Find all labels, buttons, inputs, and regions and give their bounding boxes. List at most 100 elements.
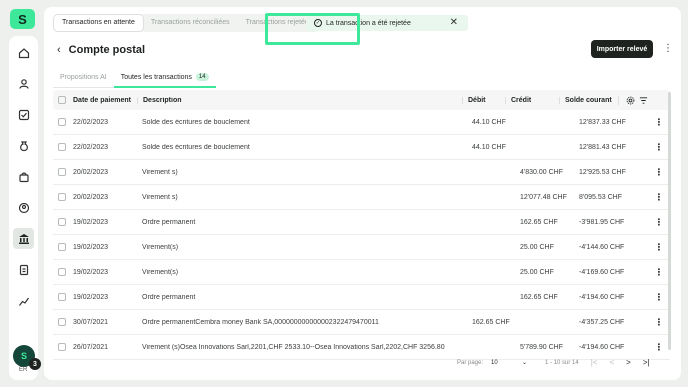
row-menu-icon[interactable]: ⋮: [655, 217, 664, 228]
filter-icon[interactable]: [639, 96, 648, 105]
table-row[interactable]: 19/02/2023 Virement(s) 25.00 CHF -4'169.60 …: [53, 260, 670, 285]
sidebar-panel: S 3: [9, 36, 41, 380]
cell-date: 19/02/2023: [73, 218, 109, 226]
table-row[interactable]: 22/02/2023 Solde des écritures de bouclem…: [53, 135, 670, 160]
row-checkbox[interactable]: [58, 218, 66, 226]
table-body: 22/02/2023 Solde des écritures de bouclem…: [53, 110, 670, 360]
cell-credit: 5'789.90 CHF: [520, 343, 563, 351]
row-checkbox[interactable]: [58, 168, 66, 176]
row-checkbox[interactable]: [58, 293, 66, 301]
more-options-icon[interactable]: ⋮: [663, 43, 673, 54]
count-badge: 14: [195, 73, 209, 81]
tab-reconciled[interactable]: Transactions réconciliées: [143, 15, 238, 31]
shopping-bag-icon[interactable]: [13, 166, 34, 187]
cell-balance: 12'925.53 CHF: [579, 168, 626, 176]
table-row[interactable]: 20/02/2023 Virement s) 4'830.00 CHF 12'925.…: [53, 160, 670, 185]
gear-icon[interactable]: [626, 96, 635, 105]
subtab-label: Propositions AI: [60, 74, 107, 81]
next-page-icon[interactable]: >: [626, 358, 631, 367]
chart-icon[interactable]: [13, 290, 34, 311]
cell-description: Virement s): [142, 168, 178, 176]
column-header[interactable]: Débit: [462, 96, 510, 104]
cell-debit: 162.65 CHF: [472, 318, 510, 326]
table-row[interactable]: 30/07/2021 Ordre permanentCembra money Ba…: [53, 310, 670, 335]
row-menu-icon[interactable]: ⋮: [655, 167, 664, 178]
row-menu-icon[interactable]: ⋮: [655, 342, 664, 353]
table-row[interactable]: 19/02/2023 Ordre permanent 162.65 CHF -4'19…: [53, 285, 670, 310]
cell-description: Solde des écritures de bouclement: [142, 143, 250, 151]
row-menu-icon[interactable]: ⋮: [655, 317, 664, 328]
import-statement-button[interactable]: Importer relevé: [591, 40, 653, 58]
cell-balance: -4'194.60 CHF: [579, 293, 625, 301]
notification-badge: 3: [29, 358, 41, 370]
back-icon[interactable]: ‹: [57, 44, 61, 56]
table-row[interactable]: 19/02/2023 Ordre permanent 162.65 CHF -3'98…: [53, 210, 670, 235]
page-range: 1 - 10 sur 14: [545, 359, 579, 366]
select-all-checkbox[interactable]: [58, 96, 66, 104]
cell-balance: -4'357.25 CHF: [579, 318, 625, 326]
first-page-icon[interactable]: |<: [591, 358, 598, 367]
subtab-all-transactions[interactable]: Toutes les transactions 14: [113, 69, 216, 88]
row-checkbox[interactable]: [58, 243, 66, 251]
cell-debit: 44.10 CHF: [472, 118, 506, 126]
per-page-label: Par page:: [457, 359, 484, 366]
table-row[interactable]: 20/02/2023 Virement s) 12'077.48 CHF 8'095.…: [53, 185, 670, 210]
prev-page-icon[interactable]: <: [609, 358, 614, 367]
cell-credit: 162.65 CHF: [520, 293, 558, 301]
cell-date: 19/02/2023: [73, 293, 109, 301]
row-menu-icon[interactable]: ⋮: [655, 142, 664, 153]
table-row[interactable]: 26/07/2021 Virement (s)Osea Innovations S…: [53, 335, 670, 360]
cell-credit: 25.00 CHF: [520, 268, 554, 276]
cell-credit: 25.00 CHF: [520, 243, 554, 251]
cell-balance: -4'169.60 CHF: [579, 268, 625, 276]
cell-date: 19/02/2023: [73, 268, 109, 276]
row-checkbox[interactable]: [58, 143, 66, 151]
cell-credit: 12'077.48 CHF: [520, 193, 567, 201]
cell-date: 20/02/2023: [73, 193, 109, 201]
cell-credit: 4'830.00 CHF: [520, 168, 563, 176]
row-checkbox[interactable]: [58, 268, 66, 276]
row-checkbox[interactable]: [58, 343, 66, 351]
table-row[interactable]: 19/02/2023 Virement(s) 25.00 CHF -4'144.60 …: [53, 235, 670, 260]
contacts-icon[interactable]: [13, 73, 34, 94]
chevron-down-icon: ⌄: [522, 360, 528, 366]
cell-description: Ordre permanentCembra money Bank SA,0000…: [142, 318, 379, 326]
column-header[interactable]: Description: [137, 96, 467, 104]
row-checkbox[interactable]: [58, 193, 66, 201]
bank-icon[interactable]: [13, 228, 34, 249]
per-page-select[interactable]: 10 ⌄: [491, 359, 528, 367]
scrollbar[interactable]: [668, 92, 671, 350]
row-menu-icon[interactable]: ⋮: [655, 192, 664, 203]
user-circle-icon[interactable]: [13, 197, 34, 218]
cell-date: 30/07/2021: [73, 318, 109, 326]
highlight-box: [265, 13, 360, 45]
row-menu-icon[interactable]: ⋮: [655, 292, 664, 303]
home-icon[interactable]: [13, 42, 34, 63]
row-menu-icon[interactable]: ⋮: [655, 117, 664, 128]
close-icon[interactable]: ✕: [450, 17, 458, 28]
per-page-value: 10: [491, 359, 498, 366]
tab-pending[interactable]: Transactions en attente: [54, 15, 143, 31]
subtab-ai-proposals[interactable]: Propositions AI: [53, 69, 114, 88]
cell-description: Solde des écritures de bouclement: [142, 118, 250, 126]
cell-balance: 12'881.43 CHF: [579, 143, 626, 151]
row-checkbox[interactable]: [58, 318, 66, 326]
page-title: Compte postal: [68, 44, 146, 56]
row-menu-icon[interactable]: ⋮: [655, 242, 664, 253]
last-page-icon[interactable]: >|: [643, 358, 650, 367]
row-checkbox[interactable]: [58, 118, 66, 126]
app-logo[interactable]: S: [10, 9, 35, 29]
row-menu-icon[interactable]: ⋮: [655, 267, 664, 278]
user-initials: ER: [19, 367, 28, 373]
table-row[interactable]: 22/02/2023 Solde des écritures de bouclem…: [53, 110, 670, 135]
table-header: Date de paiement Description Débit Crédi…: [53, 90, 670, 110]
column-header[interactable]: Crédit: [505, 96, 564, 104]
tasks-icon[interactable]: [13, 104, 34, 125]
invoice-icon[interactable]: [13, 259, 34, 280]
cell-date: 22/02/2023: [73, 143, 109, 151]
column-header[interactable]: Date de paiement: [73, 97, 142, 104]
main-panel: Transactions en attente Transactions réc…: [44, 7, 681, 380]
money-bag-icon[interactable]: [13, 135, 34, 156]
cell-description: Virement (s)Osea Innovations Sarl,2201,C…: [142, 343, 445, 351]
column-header[interactable]: Solde courant: [559, 96, 623, 104]
